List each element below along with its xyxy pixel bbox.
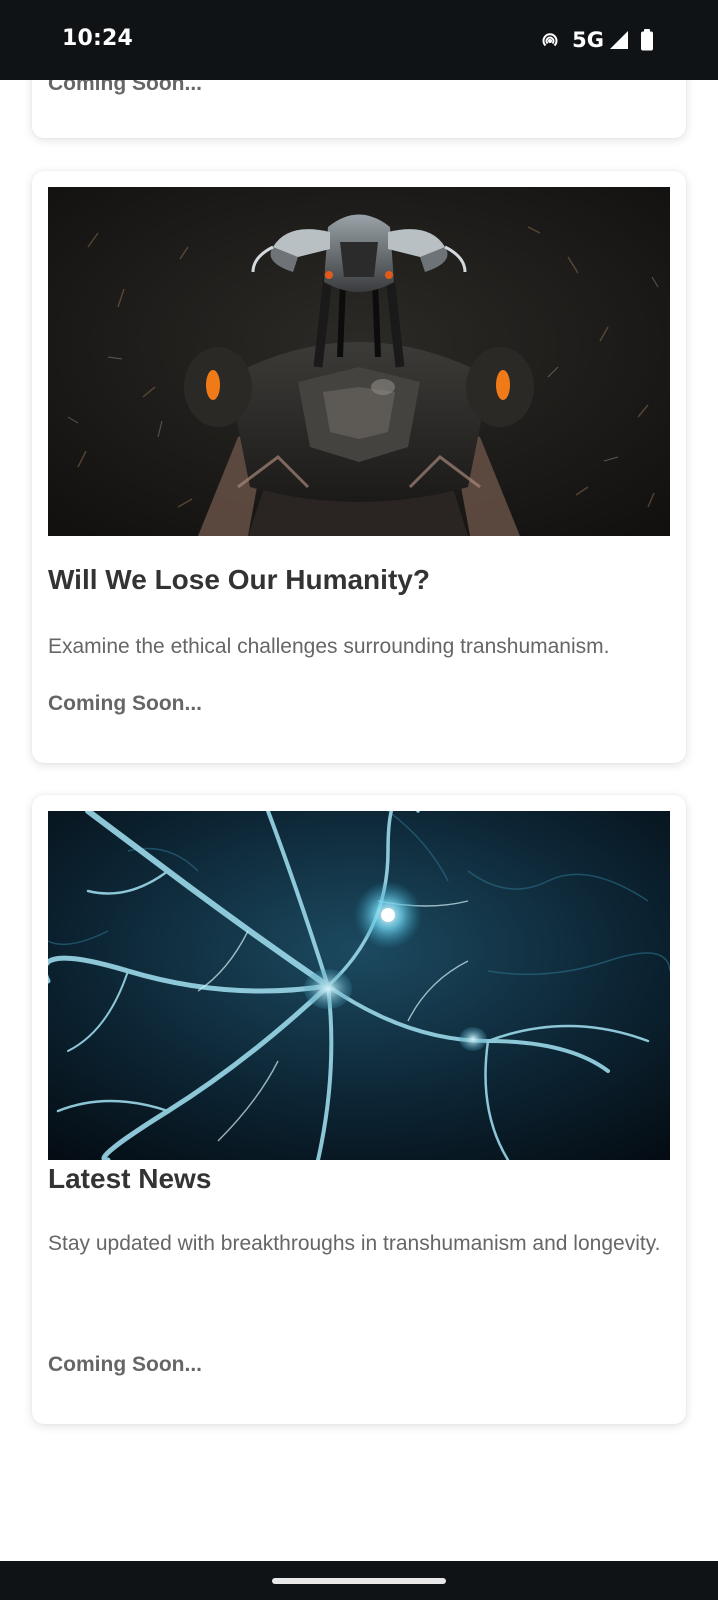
status-bar: 10:24 5G [0,0,718,80]
status-time: 10:24 [62,26,134,51]
cell-signal-icon [608,29,630,51]
scroll-content[interactable]: Coming Soon... Will We Lose Our Humanity… [0,0,718,1600]
card-title: Latest News [48,1163,212,1194]
coming-soon-label: Coming Soon... [48,692,202,715]
robot-cyborg-image [48,187,670,536]
status-icons: 5G [538,26,654,54]
article-card-latest-news[interactable]: Latest News Stay updated with breakthrou… [32,795,686,1424]
article-card-humanity[interactable]: Will We Lose Our Humanity? Examine the e… [32,171,686,763]
network-type: 5G [572,28,604,52]
card-title: Will We Lose Our Humanity? [48,564,430,595]
neurons-image [48,811,670,1160]
battery-icon [640,28,654,52]
navigation-bar [0,1561,718,1600]
card-description: Stay updated with breakthroughs in trans… [48,1232,661,1255]
hotspot-icon [538,28,562,52]
card-description: Examine the ethical challenges surroundi… [48,635,610,658]
home-gesture-handle[interactable] [272,1578,446,1584]
coming-soon-label: Coming Soon... [48,1353,202,1376]
